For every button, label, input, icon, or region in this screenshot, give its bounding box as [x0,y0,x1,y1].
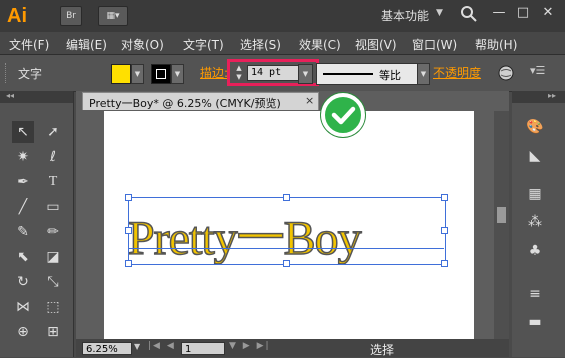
opacity-link[interactable]: 不透明度 [433,64,481,81]
selection-bounding-box [128,197,446,265]
vertical-scrollbar[interactable] [494,111,509,339]
stroke-weight-input[interactable]: 14 pt [247,65,299,81]
panel-menu-icon[interactable]: ▾☰ [530,64,545,77]
maximize-button[interactable]: □ [513,4,533,22]
eraser-tool-icon[interactable]: ◪ [42,246,64,268]
blob-brush-tool-icon[interactable]: ⬉ [12,246,34,268]
artboard-nav-prev[interactable]: |◀ ◀ [148,341,176,351]
fill-swatch[interactable] [111,64,131,84]
status-bar [76,339,509,357]
gradient-panel-icon[interactable]: ▬ [523,311,547,333]
stroke-swatch[interactable] [151,64,171,84]
panel-grip[interactable] [5,63,9,83]
recolor-globe-icon[interactable] [498,65,514,81]
menu-effect[interactable]: 效果(C) [299,36,341,53]
menu-select[interactable]: 选择(S) [240,36,281,53]
document-tab[interactable]: Pretty一Boy* @ 6.25% (CMYK/预览) × [82,92,319,110]
selection-tool-icon[interactable]: ↖ [12,121,34,143]
stroke-label[interactable]: 描边: [200,64,228,81]
menu-window[interactable]: 窗口(W) [412,36,457,53]
status-text[interactable]: 选择 [370,341,394,358]
color-panel-icon[interactable]: 🎨 [523,116,547,138]
zoom-dropdown[interactable]: ▼ [134,342,140,351]
brushes-panel-icon[interactable]: ⁂ [523,211,547,233]
pen-tool-icon[interactable]: ✒ [12,171,34,193]
lasso-tool-icon[interactable]: ℓ [42,146,64,168]
variable-width-profile[interactable]: 等比 [316,63,418,85]
scale-tool-icon[interactable]: ⤡ [42,271,64,293]
type-tool-icon[interactable]: T [42,171,64,193]
chevron-down-icon[interactable]: ▼ [436,8,443,18]
perspective-grid-tool-icon[interactable]: ⊞ [42,321,64,343]
menu-view[interactable]: 视图(V) [355,36,397,53]
menu-help[interactable]: 帮助(H) [475,36,517,53]
profile-line-icon [323,73,373,75]
menu-edit[interactable]: 编辑(E) [66,36,107,53]
search-icon[interactable] [460,5,478,23]
magic-wand-tool-icon[interactable]: ✷ [12,146,34,168]
app-logo: Ai [7,5,27,27]
selection-handle[interactable] [283,194,290,201]
menu-type[interactable]: 文字(T) [183,36,224,53]
stroke-weight-dropdown[interactable]: ▼ [298,64,313,84]
rotate-tool-icon[interactable]: ↻ [12,271,34,293]
symbols-panel-icon[interactable]: ♣ [523,240,547,262]
selection-type-label: 文字 [18,67,43,81]
bridge-button[interactable]: Br [60,6,82,26]
free-transform-tool-icon[interactable]: ⬚ [42,296,64,318]
zoom-level-field[interactable]: 6.25% [82,342,132,355]
color-guide-icon[interactable]: ◣ [523,145,547,167]
artboard-nav-next[interactable]: ▼ ▶ ▶| [229,341,271,351]
checkmark-badge-icon [321,93,365,137]
rectangle-tool-icon[interactable]: ▭ [42,196,64,218]
selection-handle[interactable] [441,260,448,267]
document-tab-title: Pretty一Boy* @ 6.25% (CMYK/预览) [89,97,281,110]
right-dock-header [512,91,565,103]
menu-file[interactable]: 文件(F) [9,36,49,53]
paintbrush-tool-icon[interactable]: ✎ [12,221,34,243]
title-bar [0,0,565,33]
profile-dropdown[interactable]: ▼ [417,63,430,85]
expand-dock-icon[interactable]: ▸▸ [548,91,556,100]
minimize-button[interactable]: — [489,4,509,22]
scrollbar-thumb[interactable] [497,207,506,223]
selection-handle[interactable] [125,260,132,267]
close-icon[interactable]: × [305,94,314,107]
stroke-stepper[interactable]: ▲ ▼ [234,64,244,82]
pencil-tool-icon[interactable]: ✏ [42,221,64,243]
profile-label: 等比 [379,69,401,82]
selection-handle[interactable] [441,194,448,201]
shape-builder-tool-icon[interactable]: ⊕ [12,321,34,343]
artboard-number-field[interactable]: 1 [181,342,225,355]
selection-handle[interactable] [283,260,290,267]
workspace-switcher[interactable]: 基本功能 [381,7,429,24]
selection-handle[interactable] [441,227,448,234]
swatches-panel-icon[interactable]: ▦ [523,183,547,205]
selection-handle[interactable] [125,194,132,201]
collapse-panel-icon[interactable]: ◂◂ [6,91,14,100]
fill-dropdown[interactable]: ▼ [131,64,144,84]
selection-handle[interactable] [125,227,132,234]
close-button[interactable]: ✕ [538,4,558,22]
text-baseline [128,248,444,249]
direct-selection-tool-icon[interactable]: ➚ [42,121,64,143]
stroke-panel-icon[interactable]: ≡ [523,283,547,305]
arrange-documents-button[interactable]: ▦▾ [98,6,128,26]
menu-object[interactable]: 对象(O) [121,36,164,53]
stroke-dropdown[interactable]: ▼ [171,64,184,84]
line-tool-icon[interactable]: ╱ [12,196,34,218]
width-tool-icon[interactable]: ⋈ [12,296,34,318]
